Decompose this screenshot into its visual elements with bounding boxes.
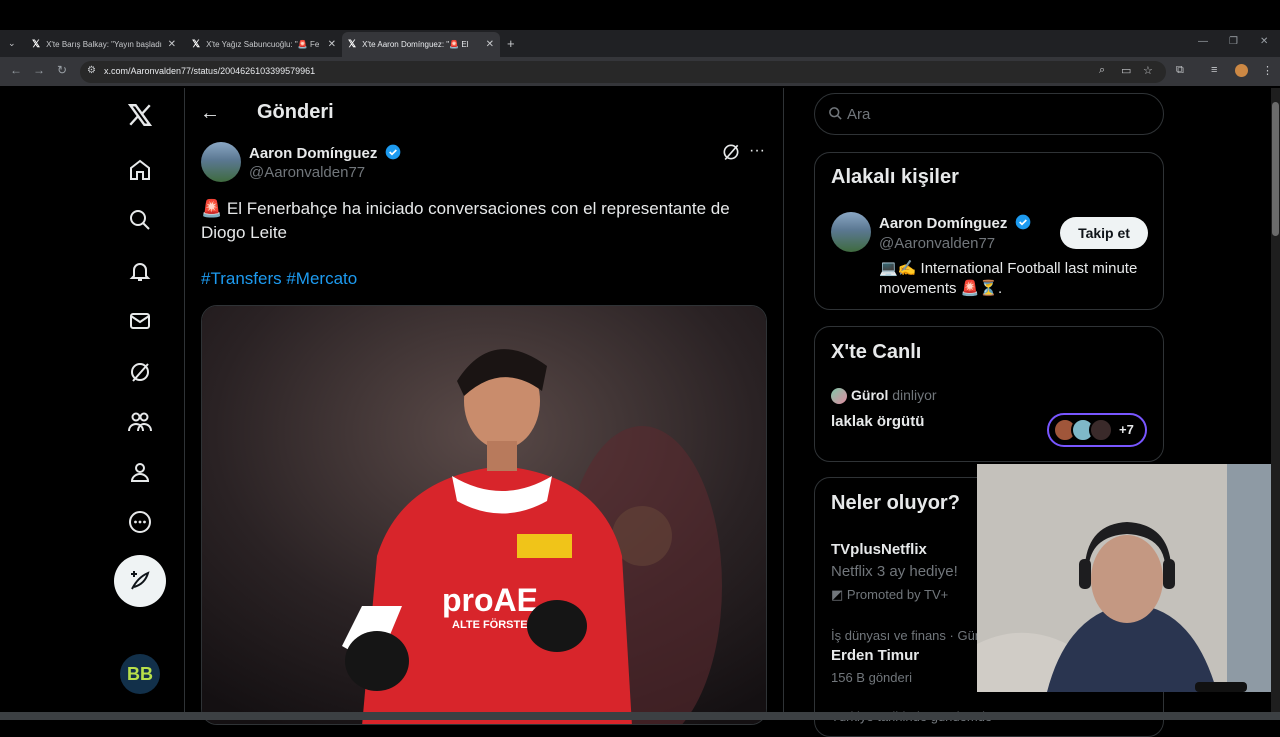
url-text: x.com/Aaronvalden77/status/2004626103399… bbox=[104, 66, 316, 76]
account-switcher-avatar[interactable]: BB bbox=[120, 654, 160, 694]
post-image[interactable]: proAE ALTE FÖRSTE bbox=[201, 305, 767, 725]
tab-search-icon[interactable]: ⌄ bbox=[8, 38, 16, 49]
x-logo-icon: 𝕏 bbox=[32, 38, 41, 50]
follow-button[interactable]: Takip et bbox=[1060, 217, 1148, 249]
close-tab-icon[interactable]: ✕ bbox=[486, 39, 494, 50]
notifications-bell-icon[interactable] bbox=[122, 253, 158, 289]
feather-plus-icon bbox=[131, 571, 150, 590]
webcam-overlay bbox=[977, 464, 1280, 692]
author-handle[interactable]: @Aaronvalden77 bbox=[249, 164, 365, 181]
listeners-pill[interactable]: +7 bbox=[1047, 413, 1147, 447]
back-icon[interactable]: ← bbox=[10, 63, 22, 77]
related-people-title: Alakalı kişiler bbox=[831, 166, 959, 188]
footballer-photo: proAE ALTE FÖRSTE bbox=[202, 306, 766, 724]
related-bio: 💻✍️ International Football last minute m… bbox=[879, 260, 1138, 297]
trend-title[interactable]: TVplusNetflix bbox=[831, 541, 927, 558]
bookmark-star-icon[interactable]: ☆ bbox=[1143, 64, 1153, 77]
bottom-edge bbox=[0, 712, 1280, 720]
more-options-icon[interactable] bbox=[122, 504, 158, 540]
author-name: Aaron Domínguez bbox=[249, 145, 378, 162]
site-info-icon[interactable]: ⚙ bbox=[87, 65, 96, 76]
live-space-title: laklak örgütü bbox=[831, 413, 925, 430]
cast-icon[interactable]: ▭ bbox=[1121, 64, 1131, 77]
tab-label: X'te Aaron Domínguez: "🚨 El bbox=[362, 40, 469, 49]
verified-badge-icon bbox=[1015, 214, 1030, 230]
profile-icon[interactable] bbox=[122, 454, 158, 490]
search-placeholder: Ara bbox=[847, 106, 871, 123]
trend-title[interactable]: Erden Timur bbox=[831, 647, 919, 664]
related-name-line[interactable]: Aaron Domínguez bbox=[879, 214, 1031, 232]
extensions-icon[interactable]: ⧉ bbox=[1176, 64, 1184, 77]
zoom-icon[interactable]: ⌕ bbox=[1099, 64, 1105, 77]
trends-title: Neler oluyor? bbox=[831, 492, 960, 514]
live-host-status: dinliyor bbox=[892, 387, 937, 403]
verified-badge-icon bbox=[385, 144, 400, 160]
svg-text:ALTE FÖRSTE: ALTE FÖRSTE bbox=[452, 618, 528, 631]
minimize-icon[interactable]: — bbox=[1198, 36, 1208, 47]
scrollbar-thumb[interactable] bbox=[1272, 102, 1279, 236]
account-logo-icon: BB bbox=[127, 663, 153, 684]
window-top-bar bbox=[0, 0, 1280, 30]
close-tab-icon[interactable]: ✕ bbox=[328, 39, 336, 50]
promoted-line: ◩ Promoted by TV+ bbox=[831, 587, 948, 603]
live-host: Gürol bbox=[851, 387, 889, 403]
tab-3-active[interactable]: 𝕏 X'te Aaron Domínguez: "🚨 El ✕ bbox=[342, 32, 500, 57]
maximize-icon[interactable]: ❐ bbox=[1229, 36, 1238, 47]
tab-2[interactable]: 𝕏 X'te Yağız Sabuncuoğlu: "🚨 Fe ✕ bbox=[186, 33, 342, 55]
explore-search-icon[interactable] bbox=[122, 202, 158, 238]
tab-label: X'te Barış Balkay: "Yayın başladı bbox=[46, 39, 162, 49]
related-avatar[interactable] bbox=[831, 212, 871, 252]
author-avatar[interactable] bbox=[201, 142, 241, 182]
x-logo-icon: 𝕏 bbox=[348, 39, 357, 50]
reload-icon[interactable]: ↻ bbox=[57, 63, 67, 77]
host-avatar bbox=[831, 388, 847, 404]
trend-post-count: 156 B gönderi bbox=[831, 670, 912, 685]
promoted-icon: ◩ bbox=[831, 587, 844, 602]
related-name: Aaron Domínguez bbox=[879, 215, 1008, 232]
listener-avatar bbox=[1089, 418, 1113, 442]
grok-explain-icon[interactable] bbox=[721, 142, 741, 167]
post-text: 🚨 El Fenerbahçe ha iniciado conversacion… bbox=[201, 199, 730, 242]
trend-subtitle: Netflix 3 ay hediye! bbox=[831, 563, 958, 580]
close-tab-icon[interactable]: ✕ bbox=[168, 39, 176, 50]
home-icon[interactable] bbox=[122, 152, 158, 188]
tab-label: X'te Yağız Sabuncuoğlu: "🚨 Fe bbox=[206, 39, 320, 49]
author-name-line[interactable]: Aaron Domínguez bbox=[249, 144, 401, 162]
live-title: X'te Canlı bbox=[831, 341, 922, 363]
media-icon[interactable]: ≡ bbox=[1211, 64, 1217, 76]
page-title: Gönderi bbox=[257, 101, 334, 123]
communities-icon[interactable] bbox=[122, 404, 158, 440]
forward-icon[interactable]: → bbox=[33, 63, 45, 77]
promoted-text: Promoted by TV+ bbox=[846, 587, 949, 602]
tab-1[interactable]: 𝕏 X'te Barış Balkay: "Yayın başladı ✕ bbox=[26, 33, 182, 55]
svg-text:proAE: proAE bbox=[442, 582, 538, 618]
live-host-line: Gürol dinliyor bbox=[851, 387, 937, 403]
profile-avatar[interactable] bbox=[1235, 64, 1248, 77]
browser-menu-icon[interactable]: ⋮ bbox=[1262, 64, 1273, 77]
grok-icon[interactable] bbox=[122, 354, 158, 390]
x-logo-icon: 𝕏 bbox=[192, 38, 201, 50]
trend-context: İş dünyası ve finans · Gün bbox=[831, 628, 983, 643]
post-hashtags[interactable]: #Transfers #Mercato bbox=[201, 269, 357, 289]
post-more-icon[interactable]: ··· bbox=[749, 142, 765, 160]
related-handle[interactable]: @Aaronvalden77 bbox=[879, 235, 995, 252]
listener-count: +7 bbox=[1119, 422, 1134, 437]
back-arrow-icon[interactable]: ← bbox=[200, 102, 220, 125]
close-window-icon[interactable]: ✕ bbox=[1260, 36, 1268, 47]
messages-envelope-icon[interactable] bbox=[122, 303, 158, 339]
x-home-logo-icon[interactable] bbox=[122, 97, 158, 133]
streamer-webcam-image bbox=[977, 464, 1280, 692]
compose-post-button[interactable] bbox=[114, 555, 166, 607]
search-icon bbox=[828, 106, 843, 126]
new-tab-button[interactable]: + bbox=[507, 36, 515, 51]
